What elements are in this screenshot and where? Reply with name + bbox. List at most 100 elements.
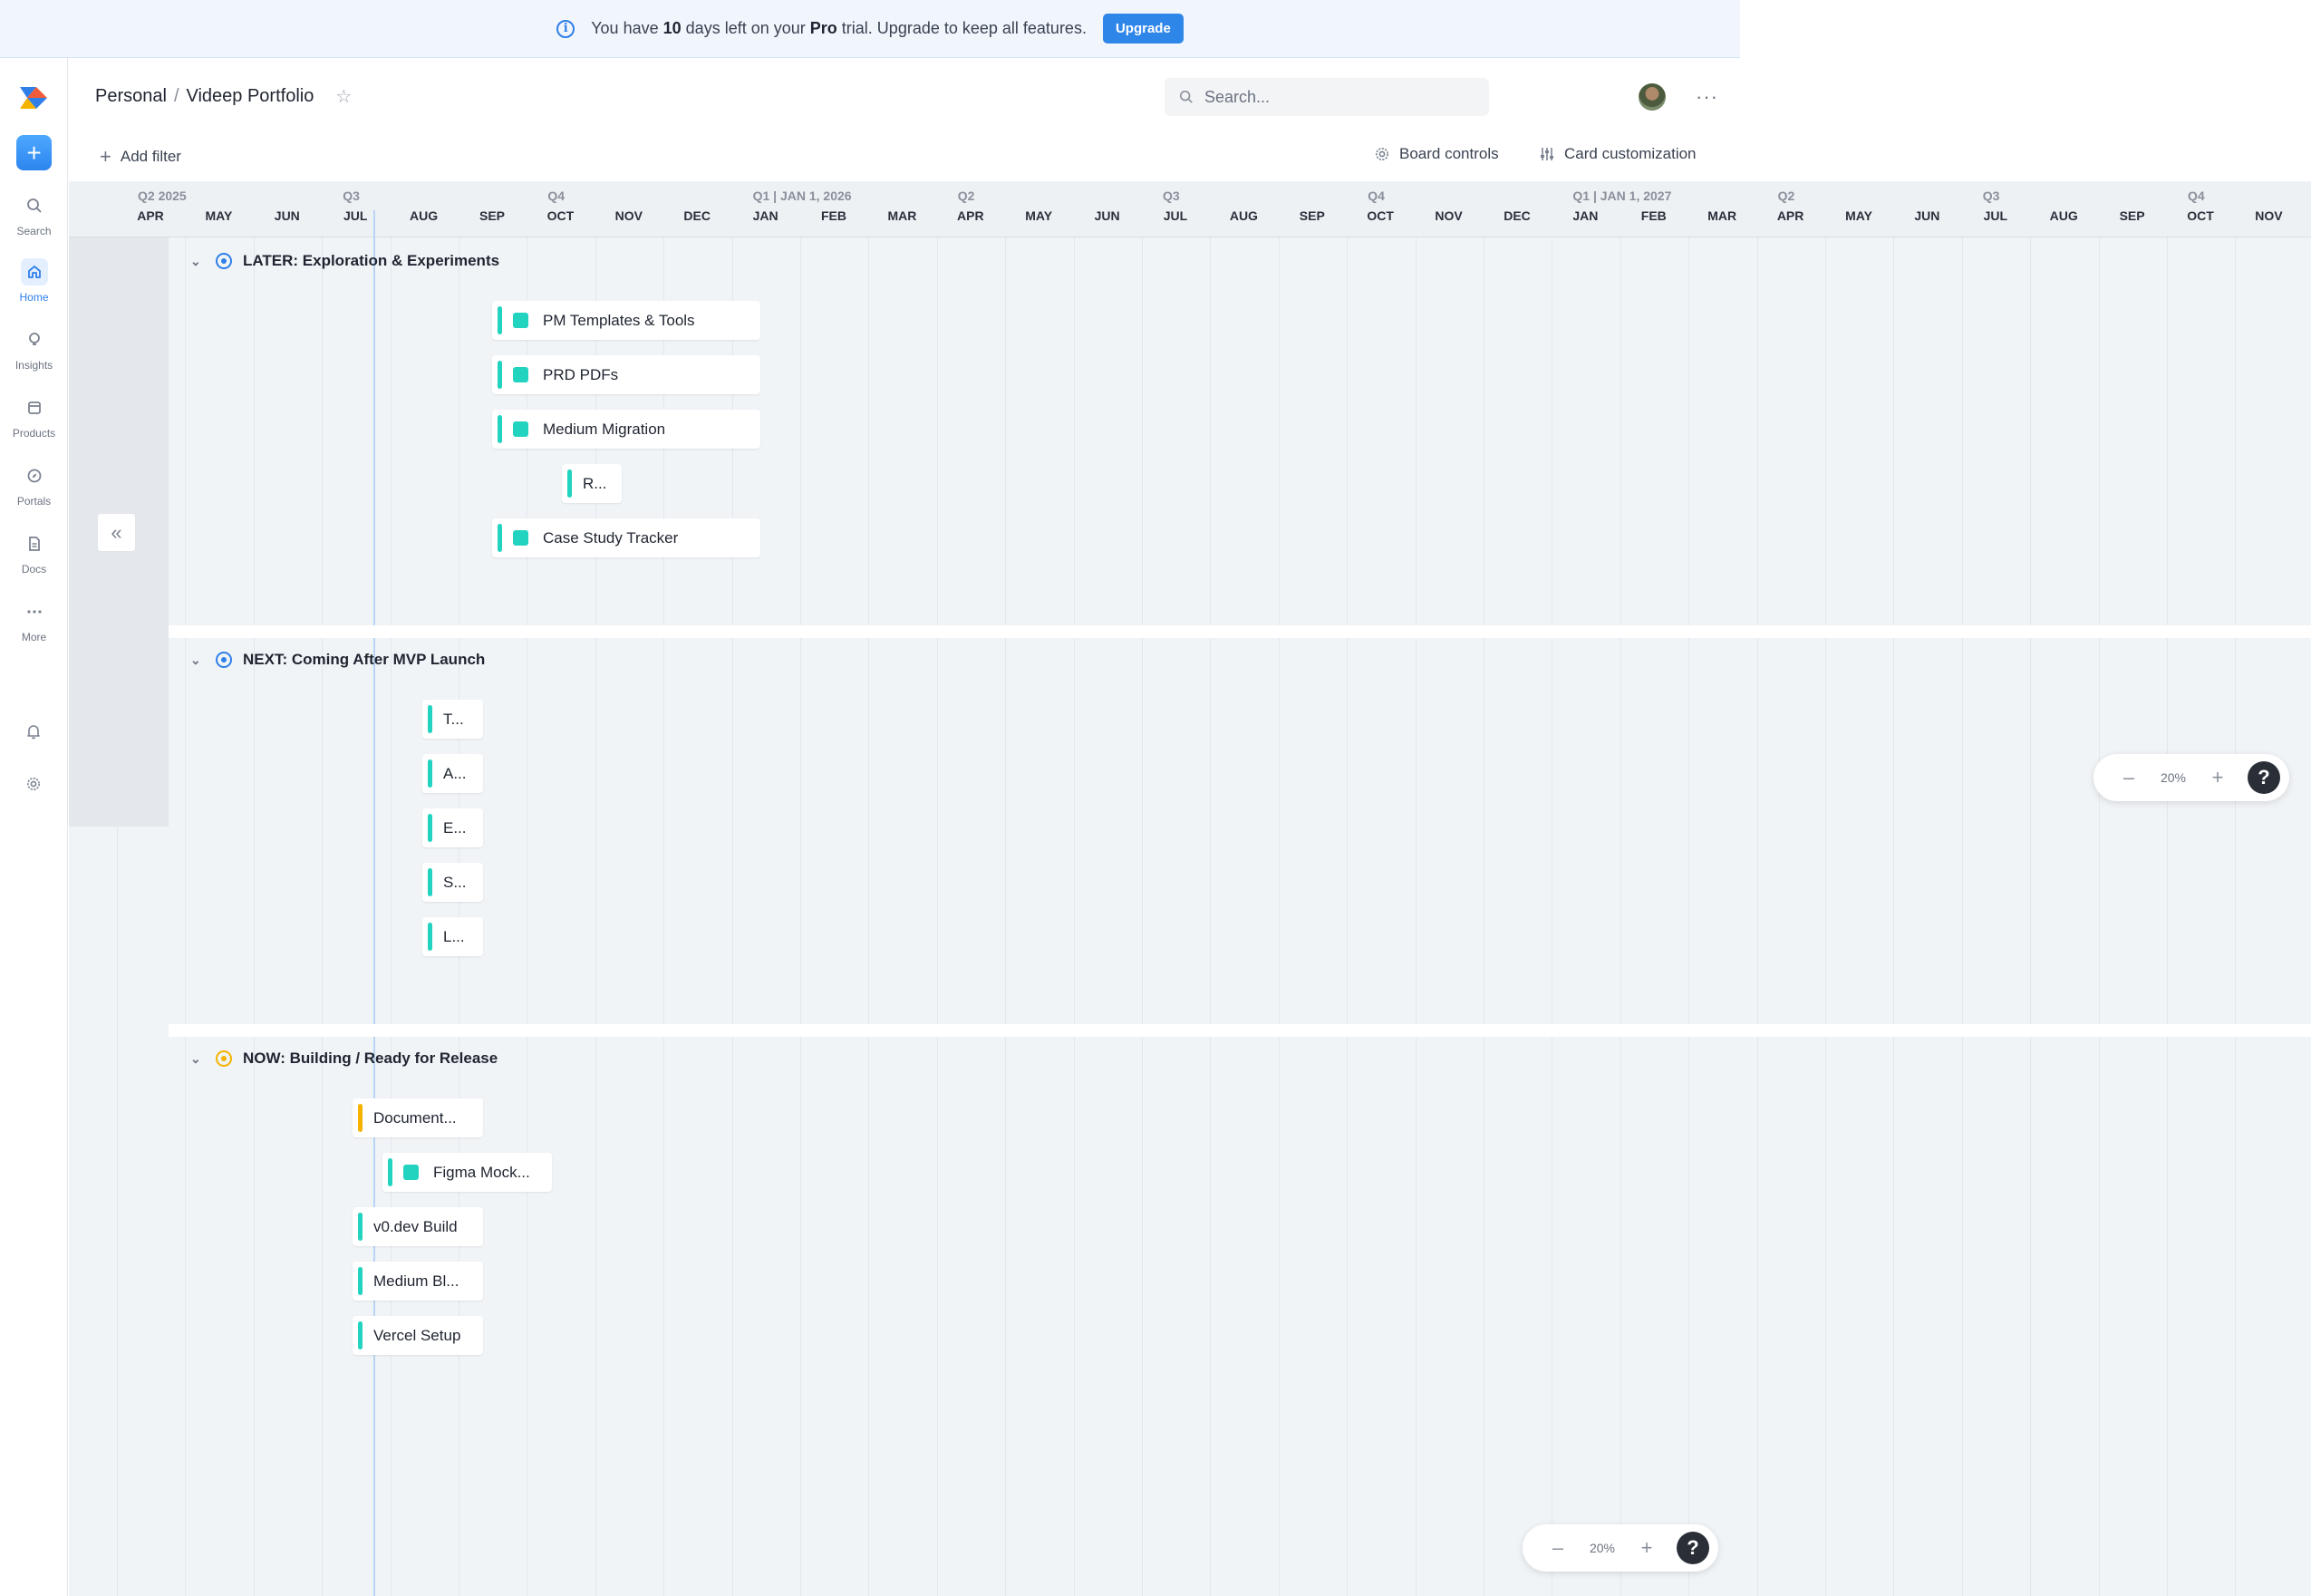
roadmap-card[interactable]: v0.dev Build (353, 1207, 483, 1246)
roadmap-card[interactable]: Medium Migration (492, 410, 760, 449)
month-label: MAY (205, 208, 233, 223)
search-input[interactable]: Search... (1165, 78, 1489, 116)
grid-line (1005, 237, 1007, 1596)
roadmap-card[interactable]: Figma Mock... (382, 1153, 552, 1192)
rail-item-label: Docs (21, 563, 47, 576)
grid-line (1620, 237, 1621, 1596)
quarter-label: Q1 | JAN 1, 2026 (752, 189, 852, 203)
roadmap-card[interactable]: PM Templates & Tools (492, 301, 760, 340)
board-controls-button[interactable]: Board controls (1374, 145, 1499, 163)
month-label: SEP (1299, 208, 1325, 223)
quarter-label: Q3 (1163, 189, 1180, 203)
quarter-label: Q4 (547, 189, 566, 203)
roadmap-card[interactable]: S... (422, 863, 483, 902)
chevron-down-icon[interactable]: ⌄ (190, 1051, 205, 1067)
month-label: APR (137, 208, 164, 223)
card-color-bar (498, 361, 502, 389)
add-filter-button[interactable]: + Add filter (100, 145, 181, 169)
card-customization-button[interactable]: Card customization (1539, 145, 1697, 163)
page-title[interactable]: Videep Portfolio (187, 86, 314, 107)
roadmap-timeline[interactable]: APR MAY JUN JUL AUG SEP OCT NOV DEC JAN FEB MAR APR M… (69, 181, 2311, 1596)
zoom-control: – 20% + ? (2093, 754, 2289, 801)
status-icon (216, 1050, 232, 1067)
card-color-bar (358, 1267, 363, 1295)
grid-line (1142, 237, 1143, 1596)
roadmap-card[interactable]: T... (422, 700, 483, 739)
search-placeholder: Search... (1204, 87, 1271, 106)
board-controls-label: Board controls (1399, 145, 1499, 162)
month-label: APR (1776, 208, 1804, 223)
card-label: S... (443, 873, 467, 891)
section-header-now[interactable]: ⌄ NOW: Building / Ready for Release (190, 1049, 498, 1068)
avatar[interactable] (1639, 83, 1666, 111)
zoom-level: 20% (1589, 1541, 1616, 1555)
rail-item-docs[interactable]: Docs (0, 530, 68, 576)
roadmap-card[interactable]: Vercel Setup (353, 1316, 483, 1355)
quarter-label: Q4 (1368, 189, 1385, 203)
quarter-label: Q2 2025 (138, 189, 187, 203)
zoom-in-button[interactable]: + (1633, 1536, 1660, 1560)
card-type-square (513, 313, 528, 328)
breadcrumb-parent[interactable]: Personal (95, 86, 167, 107)
rail-item-portals[interactable]: Portals (0, 462, 68, 508)
create-new-button[interactable]: + (16, 135, 52, 170)
star-icon[interactable]: ☆ (335, 85, 352, 108)
roadmap-card[interactable]: R... (562, 464, 622, 503)
month-label: SEP (2119, 208, 2145, 223)
zoom-out-button[interactable]: – (2115, 766, 2142, 789)
roadmap-card[interactable]: E... (422, 808, 483, 847)
zoom-out-button[interactable]: – (1544, 1536, 1571, 1560)
card-label: E... (443, 818, 467, 837)
rail-item-home[interactable]: Home (0, 258, 68, 304)
timeline-axis: APR MAY JUN JUL AUG SEP OCT NOV DEC JAN FEB MAR APR M… (69, 181, 2311, 237)
rail-item-label: Insights (15, 359, 53, 372)
help-button[interactable]: ? (2248, 761, 2280, 794)
roadmap-card[interactable]: Case Study Tracker (492, 518, 760, 557)
bell-icon[interactable] (20, 718, 47, 745)
section-title: NEXT: Coming After MVP Launch (243, 651, 486, 668)
month-label: JAN (1572, 208, 1599, 223)
rail-item-search[interactable]: Search (0, 192, 68, 237)
rail-item-more[interactable]: More (0, 598, 68, 643)
app-logo-icon[interactable] (18, 85, 49, 111)
month-label: MAY (1025, 208, 1053, 223)
rail-item-insights[interactable]: Insights (0, 326, 68, 372)
collapse-sidebar-button[interactable]: « (97, 513, 136, 552)
grid-line (1825, 237, 1826, 1596)
month-label: JUN (1914, 208, 1940, 223)
card-color-bar (388, 1158, 392, 1186)
month-label: FEB (821, 208, 846, 223)
more-options-icon[interactable]: ··· (1696, 85, 1718, 109)
rail-item-products[interactable]: Products (0, 394, 68, 440)
quarter-label: Q1 | JAN 1, 2027 (1572, 189, 1672, 203)
roadmap-card[interactable]: A... (422, 754, 483, 793)
status-icon (216, 253, 232, 269)
grid-line (1347, 237, 1349, 1596)
zoom-in-button[interactable]: + (2204, 766, 2231, 789)
roadmap-card[interactable]: Medium Bl... (353, 1262, 483, 1301)
grid-line (2098, 237, 2100, 1596)
section-divider (169, 1024, 2311, 1037)
section-header-next[interactable]: ⌄ NEXT: Coming After MVP Launch (190, 651, 485, 669)
grid-line (868, 237, 870, 1596)
chevron-down-icon[interactable]: ⌄ (190, 653, 205, 668)
chevron-down-icon[interactable]: ⌄ (190, 254, 205, 269)
home-icon (20, 258, 48, 285)
roadmap-card[interactable]: Document... (353, 1098, 483, 1137)
card-color-bar (428, 705, 432, 733)
month-label: OCT (2187, 208, 2214, 223)
roadmap-card[interactable]: PRD PDFs (492, 355, 760, 394)
grid-line (1278, 237, 1280, 1596)
card-color-bar (498, 306, 502, 334)
grid-line (1756, 237, 1758, 1596)
help-button[interactable]: ? (1677, 1532, 1709, 1564)
month-label: OCT (1367, 208, 1394, 223)
rail-item-label: Home (19, 291, 49, 304)
add-filter-label: Add filter (120, 148, 181, 165)
rail-item-label: Portals (16, 495, 52, 508)
roadmap-card[interactable]: L... (422, 917, 483, 956)
lightbulb-icon (21, 326, 48, 353)
section-header-later[interactable]: ⌄ LATER: Exploration & Experiments (190, 252, 499, 270)
gear-icon[interactable] (20, 770, 47, 798)
upgrade-button[interactable]: Upgrade (1102, 14, 1184, 44)
